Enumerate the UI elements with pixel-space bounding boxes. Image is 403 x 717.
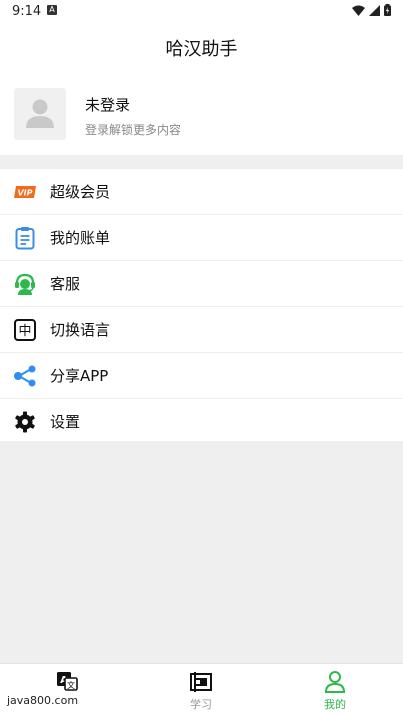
tab-label: 我的 xyxy=(324,698,346,711)
menu-item-customer-service[interactable]: 客服 xyxy=(0,261,403,307)
wifi-icon xyxy=(352,5,365,16)
header-area: 9:14 A 哈汉助手 未登录 登录解锁更多内容 xyxy=(0,0,403,155)
menu-item-label: 超级会员 xyxy=(50,183,111,201)
menu-item-label: 设置 xyxy=(50,413,81,431)
menu-item-label: 分享APP xyxy=(50,367,109,385)
notification-icon: A xyxy=(47,5,57,15)
menu-item-label: 切换语言 xyxy=(50,321,111,339)
language-icon: 中 xyxy=(13,318,37,342)
tab-study[interactable]: 学习 xyxy=(134,664,268,717)
bottom-nav: A文 学习 我的 xyxy=(0,663,403,717)
status-time: 9:14 xyxy=(12,4,42,19)
avatar[interactable] xyxy=(14,88,66,140)
vip-badge-text: VIP xyxy=(17,188,32,197)
watermark: java800.com xyxy=(7,694,79,707)
share-icon xyxy=(13,364,37,388)
status-bar: 9:14 A xyxy=(0,0,403,24)
menu-item-vip[interactable]: VIP 超级会员 xyxy=(0,169,403,215)
page-title: 哈汉助手 xyxy=(165,39,238,60)
vip-icon: VIP xyxy=(13,180,37,204)
svg-text:文: 文 xyxy=(67,680,75,690)
status-icons xyxy=(352,4,391,16)
language-glyph: 中 xyxy=(18,324,31,339)
tab-mine[interactable]: 我的 xyxy=(268,664,402,717)
tab-label: 学习 xyxy=(190,698,212,711)
settings-menu: VIP 超级会员 我的账单 客服 中 切换语言 分享APP 设置 xyxy=(0,169,403,441)
tab-translate[interactable]: A文 xyxy=(0,664,134,717)
bill-icon xyxy=(13,226,37,250)
login-hint: 登录解锁更多内容 xyxy=(85,123,182,137)
menu-item-share[interactable]: 分享APP xyxy=(0,353,403,399)
profile-card[interactable]: 未登录 登录解锁更多内容 xyxy=(14,88,394,142)
signal-icon xyxy=(369,4,380,16)
gear-icon xyxy=(13,410,37,434)
person-icon xyxy=(324,671,346,693)
battery-icon xyxy=(384,4,391,16)
menu-item-settings[interactable]: 设置 xyxy=(0,399,403,444)
login-status[interactable]: 未登录 xyxy=(85,94,130,115)
user-placeholder-icon xyxy=(26,99,54,128)
menu-item-language[interactable]: 中 切换语言 xyxy=(0,307,403,353)
menu-item-label: 客服 xyxy=(50,275,81,293)
menu-item-label: 我的账单 xyxy=(50,229,111,247)
customer-service-icon xyxy=(13,272,37,296)
menu-item-bill[interactable]: 我的账单 xyxy=(0,215,403,261)
study-icon xyxy=(190,672,212,692)
translate-icon: A文 xyxy=(57,672,78,691)
